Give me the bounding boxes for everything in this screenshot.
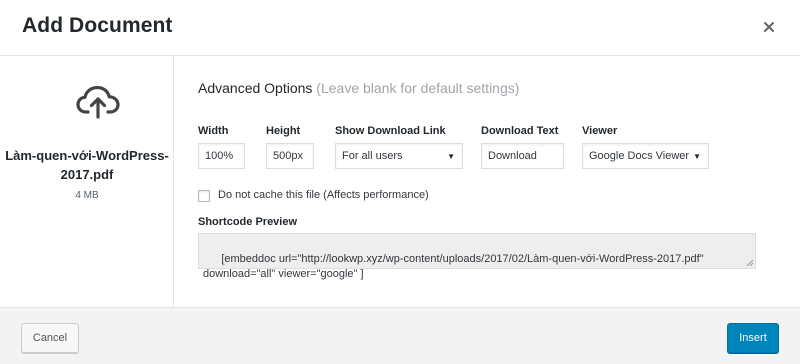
shortcode-preview-textarea[interactable]: [embeddoc url="http://lookwp.xyz/wp-cont…	[198, 233, 756, 280]
resize-handle-icon[interactable]	[746, 259, 753, 266]
file-panel: Làm-quen-với-WordPress-2017.pdf 4 MB	[0, 56, 174, 307]
shortcode-preview-label: Shortcode Preview	[198, 216, 298, 228]
advanced-options-title: Advanced Options	[198, 80, 313, 96]
height-label: Height	[266, 125, 301, 137]
no-cache-checkbox[interactable]	[198, 190, 210, 202]
height-value: 500px	[273, 150, 303, 162]
viewer-label: Viewer	[582, 125, 618, 137]
show-download-link-label: Show Download Link	[335, 125, 446, 137]
show-download-link-select[interactable]: For all users ▼	[335, 143, 463, 169]
viewer-select[interactable]: Google Docs Viewer ▼	[582, 143, 709, 169]
add-document-dialog: Add Document Làm-quen-với-WordPress-2017…	[0, 0, 800, 364]
show-download-link-value: For all users	[342, 150, 403, 162]
height-input[interactable]: 500px	[266, 143, 314, 169]
insert-button[interactable]: Insert	[727, 323, 779, 353]
download-text-label: Download Text	[481, 125, 559, 137]
chevron-down-icon: ▼	[693, 151, 701, 161]
advanced-options-heading: Advanced Options (Leave blank for defaul…	[198, 80, 519, 96]
advanced-options-hint: (Leave blank for default settings)	[316, 80, 520, 96]
options-panel: Advanced Options (Leave blank for defaul…	[174, 56, 800, 307]
download-text-value: Download	[488, 150, 537, 162]
download-text-input[interactable]: Download	[481, 143, 564, 169]
width-label: Width	[198, 125, 229, 137]
file-size: 4 MB	[75, 190, 99, 201]
close-icon[interactable]	[760, 18, 778, 36]
shortcode-preview-value: [embeddoc url="http://lookwp.xyz/wp-cont…	[203, 253, 704, 280]
width-value: 100%	[205, 150, 234, 162]
dialog-title: Add Document	[22, 14, 173, 37]
dialog-footer: Cancel Insert	[0, 307, 800, 364]
viewer-value: Google Docs Viewer	[589, 150, 690, 162]
file-name: Làm-quen-với-WordPress-2017.pdf	[5, 148, 169, 182]
chevron-down-icon: ▼	[447, 151, 455, 161]
width-input[interactable]: 100%	[198, 143, 245, 169]
dialog-header: Add Document	[0, 0, 800, 56]
cancel-button[interactable]: Cancel	[21, 323, 79, 353]
cloud-upload-icon	[75, 84, 121, 120]
no-cache-label[interactable]: Do not cache this file (Affects performa…	[218, 189, 429, 201]
